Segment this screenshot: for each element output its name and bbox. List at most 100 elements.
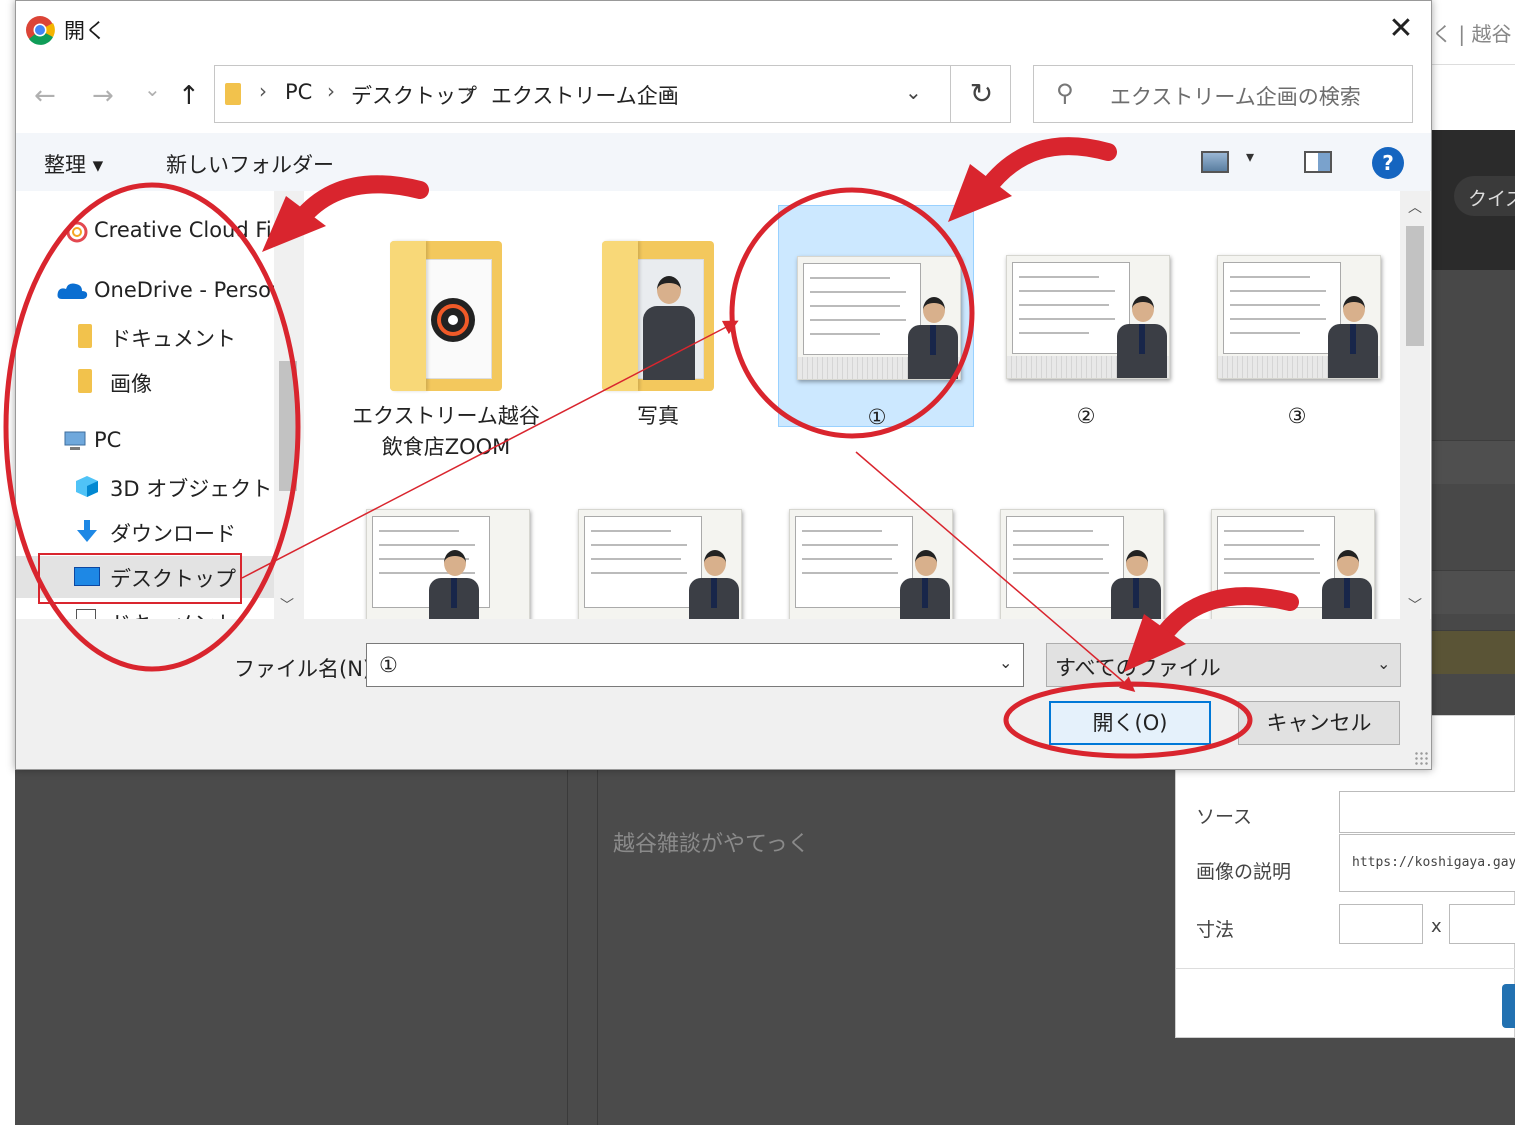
size-label: 寸法: [1196, 919, 1235, 941]
search-input[interactable]: ⚲ エクストリーム企画の検索: [1033, 65, 1413, 123]
scroll-up-icon[interactable]: ︿: [280, 197, 294, 217]
breadcrumb-separator: ›: [259, 79, 267, 103]
sidebar-item-creative-cloud[interactable]: Creative Cloud Fi: [16, 211, 274, 253]
sidebar-item-label: PC: [94, 428, 122, 452]
background-column-line: [597, 770, 598, 1125]
image-file-3[interactable]: ③: [1199, 205, 1395, 428]
refresh-button[interactable]: ↻: [950, 66, 1012, 122]
view-options-dropdown[interactable]: ▾: [1246, 147, 1254, 166]
sidebar-item-pictures[interactable]: 画像: [16, 361, 274, 403]
change-view-icon[interactable]: [1201, 151, 1229, 173]
sidebar-item-downloads[interactable]: ダウンロード: [16, 511, 274, 553]
forward-arrow-icon[interactable]: →: [92, 83, 114, 109]
sidebar-scrollbar[interactable]: ︿ ﹀: [274, 191, 304, 619]
file-label: ②: [1076, 404, 1096, 428]
background-tab-title[interactable]: く | 越谷: [1432, 18, 1511, 47]
image-file-6[interactable]: [771, 457, 967, 619]
preview-pane-icon[interactable]: [1304, 151, 1332, 173]
image-thumbnail: [1006, 255, 1170, 379]
breadcrumb-extreme-project[interactable]: エクストリーム企画: [491, 80, 679, 110]
dialog-title: 開く: [64, 19, 106, 43]
file-list-scrollbar[interactable]: ︿ ﹀: [1400, 191, 1430, 619]
sidebar-item-label: OneDrive - Person: [94, 278, 285, 302]
image-thumbnail: [789, 509, 953, 619]
image-file-1[interactable]: ①: [778, 205, 974, 429]
media-panel-primary-button[interactable]: [1502, 984, 1515, 1028]
sidebar-item-documents[interactable]: ドキュメント: [16, 316, 274, 358]
open-button[interactable]: 開く(O): [1049, 701, 1211, 745]
folder-icon: [78, 324, 92, 348]
filename-label: ファイル名(N):: [234, 657, 379, 681]
image-file-7[interactable]: [982, 457, 1178, 619]
breadcrumb-separator: ›: [465, 79, 473, 103]
address-bar[interactable]: › PC › デスクトップ › エクストリーム企画 › ⌄ ↻: [214, 65, 1011, 123]
chevron-down-icon: ⌄: [1377, 654, 1391, 673]
background-column-line: [567, 770, 568, 1125]
new-folder-button[interactable]: 新しいフォルダー: [166, 149, 334, 179]
scroll-down-icon[interactable]: ﹀: [280, 595, 294, 615]
folder-icon: [225, 83, 241, 105]
dialog-footer: ファイル名(N): ⌄ すべてのファイル ⌄ 開く(O) キャンセル: [16, 619, 1431, 769]
background-toolbar: クイズ: [1432, 130, 1515, 270]
scrollbar-thumb[interactable]: [1406, 226, 1424, 346]
file-label: 写真: [560, 401, 756, 432]
organize-button[interactable]: 整理 ▾: [44, 149, 103, 179]
image-file-2[interactable]: ②: [988, 205, 1184, 428]
sidebar-item-label: 画像: [110, 372, 152, 396]
width-field[interactable]: [1339, 904, 1423, 944]
folder-photos[interactable]: 写真: [560, 205, 756, 428]
onedrive-icon: [57, 283, 88, 299]
scrollbar-thumb[interactable]: [279, 361, 297, 491]
image-file-8[interactable]: [1193, 457, 1389, 619]
image-file-4[interactable]: [348, 457, 544, 619]
breadcrumb-pc[interactable]: PC: [285, 80, 312, 104]
command-bar: 整理 ▾ 新しいフォルダー ▾ ?: [16, 133, 1431, 191]
file-list: エクストリーム越谷 飲食店ZOOM 写真 ① ② ③ ︿ ﹀: [306, 191, 1431, 619]
sidebar-item-3d-objects[interactable]: 3D オブジェクト: [16, 466, 274, 508]
filename-input[interactable]: [366, 643, 1024, 687]
image-file-5[interactable]: [560, 457, 756, 619]
help-icon[interactable]: ?: [1372, 147, 1404, 179]
navigation-bar: ← → ⌄ ↑ › PC › デスクトップ › エクストリーム企画 › ⌄ ↻ …: [16, 57, 1431, 133]
filename-history-dropdown-icon[interactable]: ⌄: [999, 653, 1012, 672]
image-thumbnail: [1217, 255, 1381, 379]
folder-extreme-koshigaya[interactable]: エクストリーム越谷 飲食店ZOOM: [348, 205, 544, 459]
desktop-highlight-box: [38, 553, 242, 604]
image-thumbnail: [797, 256, 961, 380]
file-label: ①: [867, 405, 887, 429]
dialog-titlebar[interactable]: 開く ✕: [16, 1, 1431, 57]
height-field[interactable]: [1449, 904, 1515, 944]
sidebar-item-onedrive[interactable]: OneDrive - Person: [16, 271, 284, 313]
file-label-line: 写真: [637, 404, 679, 428]
back-arrow-icon[interactable]: ←: [34, 83, 56, 109]
up-arrow-icon[interactable]: ↑: [178, 83, 200, 109]
breadcrumb-separator: ›: [667, 79, 675, 103]
address-dropdown-icon[interactable]: ⌄: [905, 80, 922, 104]
file-type-select[interactable]: すべてのファイル ⌄: [1046, 643, 1401, 687]
close-button[interactable]: ✕: [1376, 5, 1426, 53]
media-panel-divider: [1176, 968, 1515, 969]
sidebar-item-label: 3D オブジェクト: [110, 477, 273, 501]
source-label: ソース: [1196, 806, 1253, 828]
description-field[interactable]: https://koshigaya.gaya: [1339, 834, 1515, 892]
3d-objects-icon: [76, 476, 98, 497]
recent-locations-icon[interactable]: ⌄: [144, 79, 161, 99]
background-left-strip: [0, 0, 15, 1125]
file-label: ③: [1287, 404, 1307, 428]
sidebar-item-pc[interactable]: PC: [16, 421, 274, 463]
breadcrumb-desktop[interactable]: デスクトップ: [351, 80, 477, 110]
source-field[interactable]: [1339, 791, 1515, 833]
background-quiz-pill[interactable]: クイズ: [1454, 176, 1515, 216]
chrome-icon: [26, 16, 55, 45]
file-type-value: すべてのファイル: [1055, 656, 1221, 680]
document-icon: [76, 609, 96, 619]
resize-grip[interactable]: [1414, 751, 1428, 765]
cancel-button[interactable]: キャンセル: [1238, 701, 1400, 745]
scroll-down-icon[interactable]: ﹀: [1408, 595, 1422, 615]
scroll-up-icon[interactable]: ︿: [1408, 197, 1422, 217]
background-band: [1432, 630, 1515, 674]
search-placeholder: エクストリーム企画の検索: [1110, 85, 1361, 109]
breadcrumb-separator: ›: [327, 79, 335, 103]
sidebar-item-label: ドキュメント: [110, 608, 236, 619]
background-tab-bar: く | 越谷: [1432, 0, 1515, 130]
